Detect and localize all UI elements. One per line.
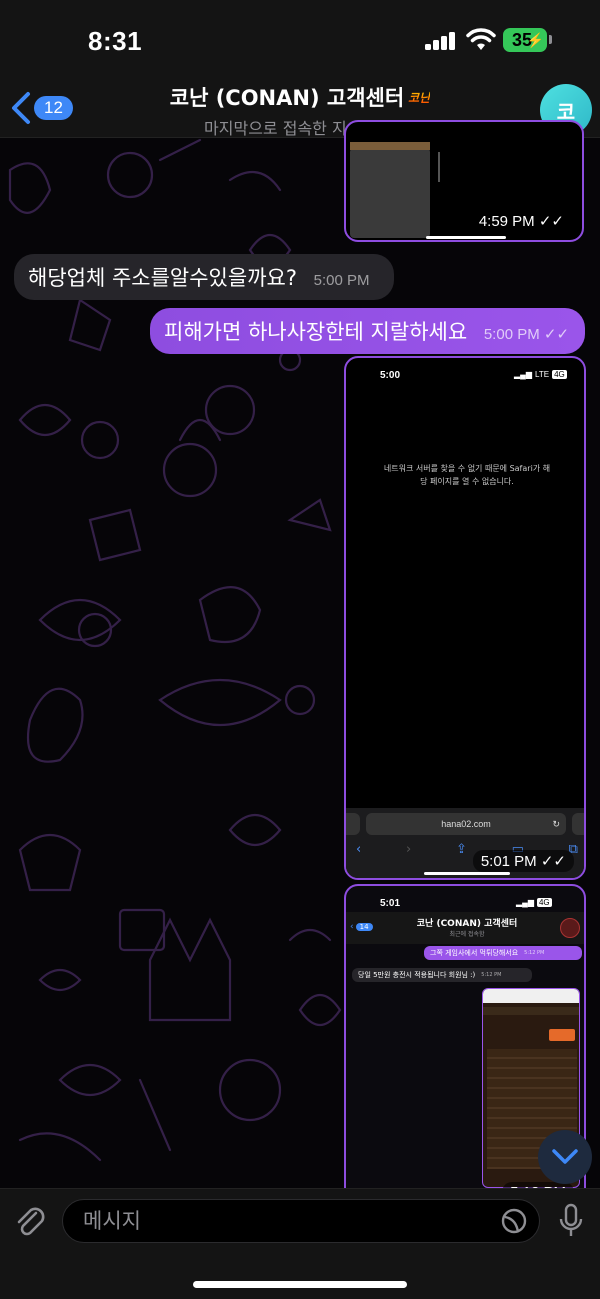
chat-title-badge: 코난 bbox=[408, 90, 431, 105]
shot-back: ‹ 14 bbox=[350, 922, 373, 932]
shot-inner-header bbox=[483, 989, 579, 1003]
safari-back-icon: ‹ bbox=[356, 842, 362, 857]
sticker-icon[interactable] bbox=[500, 1207, 528, 1235]
message-time: 4:59 PM ✓✓ bbox=[470, 210, 572, 232]
wifi-icon bbox=[466, 28, 496, 50]
safari-share-icon: ⇪ bbox=[455, 842, 467, 857]
attach-icon[interactable] bbox=[14, 1205, 48, 1241]
message-composer bbox=[0, 1188, 600, 1299]
message-image-safari[interactable]: 5:00 ▂▄▆ LTE 4G 네트워크 서버를 찾을 수 없기 때문에 Saf… bbox=[344, 356, 586, 880]
message-text: 피해가면 하나사장한테 지랄하세요 bbox=[164, 320, 468, 344]
shot-home-indicator bbox=[424, 872, 510, 875]
battery-icon: 35 ⚡ bbox=[503, 28, 547, 52]
shot-status-right: ▂▄▆ 4G bbox=[516, 898, 552, 907]
message-text: 해당업체 주소를알수있을까요? bbox=[28, 266, 297, 290]
message-image-previous[interactable]: 4:59 PM ✓✓ bbox=[344, 120, 584, 242]
read-checks-icon: ✓✓ bbox=[543, 326, 570, 343]
message-input[interactable] bbox=[62, 1199, 540, 1243]
shot-status-time: 5:01 bbox=[380, 898, 401, 909]
status-time: 8:31 bbox=[88, 26, 143, 56]
shot-inner-button bbox=[549, 1029, 575, 1041]
message-incoming[interactable]: 해당업체 주소를알수있을까요? 5:00 PM bbox=[14, 254, 394, 300]
safari-tab-right bbox=[572, 813, 584, 835]
image-preview-text bbox=[438, 152, 478, 182]
image-preview-content bbox=[350, 148, 430, 238]
scroll-to-bottom-button[interactable] bbox=[538, 1130, 592, 1184]
shot-chevron-icon: ‹ bbox=[350, 922, 354, 932]
reload-icon: ↻ bbox=[552, 818, 560, 829]
read-checks-icon: ✓✓ bbox=[538, 213, 564, 230]
shot-signal-icon: ▂▄▆ bbox=[516, 898, 534, 907]
shot-title: 코난 (CONAN) 고객센터 최근에 접속함 bbox=[416, 919, 518, 938]
message-time: 5:01 PM ✓✓ bbox=[472, 850, 574, 872]
safari-url-field: hana02.com ↻ bbox=[366, 813, 566, 835]
message-time: 5:00 PM ✓✓ bbox=[483, 326, 570, 343]
shot-inner-bar bbox=[483, 1007, 579, 1015]
safari-forward-icon: › bbox=[405, 842, 412, 857]
unread-count-badge: 12 bbox=[34, 96, 73, 120]
shot-avatar bbox=[560, 918, 580, 938]
cellular-signal-icon bbox=[425, 32, 457, 50]
shot-battery: 4G bbox=[552, 370, 567, 379]
read-checks-icon: ✓✓ bbox=[540, 853, 566, 870]
shot-network: LTE bbox=[534, 370, 550, 379]
chat-title-text: 코난 (CONAN) 고객센터 bbox=[169, 86, 405, 110]
image-preview-bar bbox=[426, 236, 506, 239]
chat-title: 코난 (CONAN) 고객센터 코난 bbox=[170, 82, 431, 112]
safari-tab-left bbox=[346, 813, 360, 835]
microphone-icon[interactable] bbox=[558, 1203, 584, 1239]
home-indicator bbox=[193, 1281, 407, 1288]
shot-message-incoming: 당일 5만원 충전시 적용됩니다 회원님 :) 5:12 PM bbox=[352, 968, 532, 982]
back-button[interactable]: 12 bbox=[10, 90, 80, 126]
safari-error-text: 네트워크 서버를 찾을 수 없기 때문에 Safari가 해 당 페이지를 열 … bbox=[383, 464, 551, 486]
status-bar: 8:31 35 ⚡ bbox=[0, 0, 600, 80]
message-time: 5:00 PM bbox=[313, 272, 370, 289]
shot-status-right: ▂▄▆ LTE 4G bbox=[514, 370, 567, 379]
shot-message-outgoing: 그쪽 게임사에서 먹튀당해서요 5:12 PM bbox=[424, 946, 582, 960]
shot-back-count: 14 bbox=[355, 923, 373, 931]
shot-status-time: 5:00 bbox=[380, 370, 401, 381]
battery-cap bbox=[549, 35, 552, 44]
shot-battery: 4G bbox=[536, 898, 552, 907]
chevron-left-icon bbox=[12, 92, 30, 124]
charging-icon: ⚡ bbox=[526, 32, 544, 48]
image-preview-content-2 bbox=[350, 142, 430, 150]
shot-signal-icon: ▂▄▆ bbox=[514, 370, 532, 379]
message-outgoing[interactable]: 피해가면 하나사장한테 지랄하세요 5:00 PM ✓✓ bbox=[150, 308, 585, 354]
chevron-down-icon bbox=[552, 1149, 578, 1164]
